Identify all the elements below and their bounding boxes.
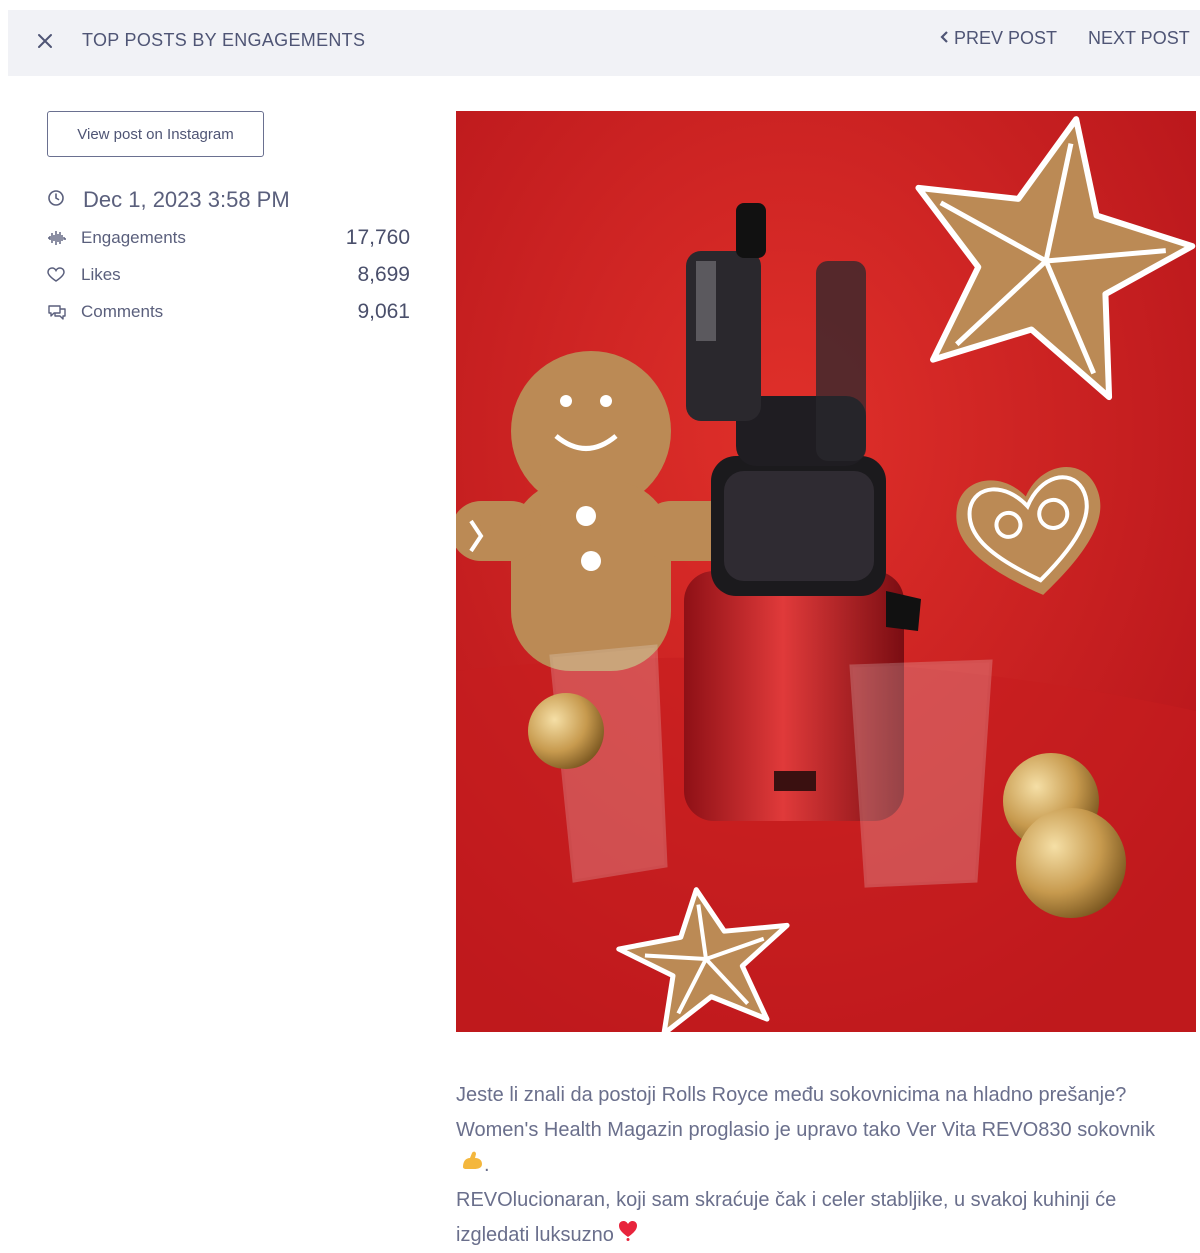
stat-engagements: Engagements 17,760 xyxy=(47,226,410,250)
close-icon[interactable] xyxy=(34,30,56,52)
prev-post-button[interactable]: PREV POST xyxy=(940,28,1057,49)
post-caption: Jeste li znali da postoji Rolls Royce me… xyxy=(456,1078,1176,1253)
stat-value: 9,061 xyxy=(357,300,410,323)
stat-label: Likes xyxy=(81,265,121,284)
top-bar: TOP POSTS BY ENGAGEMENTS PREV POST NEXT … xyxy=(8,10,1200,76)
caption-paragraph: Jeste li znali da postoji Rolls Royce me… xyxy=(456,1078,1176,1183)
next-post-button[interactable]: NEXT POST xyxy=(1088,28,1190,49)
caption-paragraph: REVOlucionaran, koji sam skraćuje čak i … xyxy=(456,1183,1176,1253)
chevron-left-icon xyxy=(940,28,950,49)
post-image[interactable] xyxy=(456,111,1196,1032)
prev-post-label: PREV POST xyxy=(954,28,1058,48)
page-title: TOP POSTS BY ENGAGEMENTS xyxy=(82,30,366,50)
post-date: Dec 1, 2023 3:58 PM xyxy=(47,187,290,213)
stat-value: 8,699 xyxy=(357,263,410,286)
view-on-instagram-button[interactable]: View post on Instagram xyxy=(47,111,264,157)
caption-text: REVOlucionaran, koji sam skraćuje čak i … xyxy=(456,1189,1117,1247)
post-date-text: Dec 1, 2023 3:58 PM xyxy=(83,187,290,212)
caption-text: Jeste li znali da postoji Rolls Royce me… xyxy=(456,1084,1156,1141)
flexed-biceps-emoji-icon xyxy=(460,1148,484,1183)
heart-emoji-icon xyxy=(618,1218,638,1253)
comment-icon xyxy=(47,303,67,321)
post-photo-illustration xyxy=(456,111,1196,1032)
clock-icon xyxy=(47,187,65,213)
stat-likes: Likes 8,699 xyxy=(47,263,410,287)
stat-value: 17,760 xyxy=(345,226,410,249)
waveform-icon xyxy=(47,229,67,247)
stat-label: Engagements xyxy=(81,228,186,247)
heart-icon xyxy=(47,266,67,284)
stat-comments: Comments 9,061 xyxy=(47,300,410,324)
stat-label: Comments xyxy=(81,302,164,321)
